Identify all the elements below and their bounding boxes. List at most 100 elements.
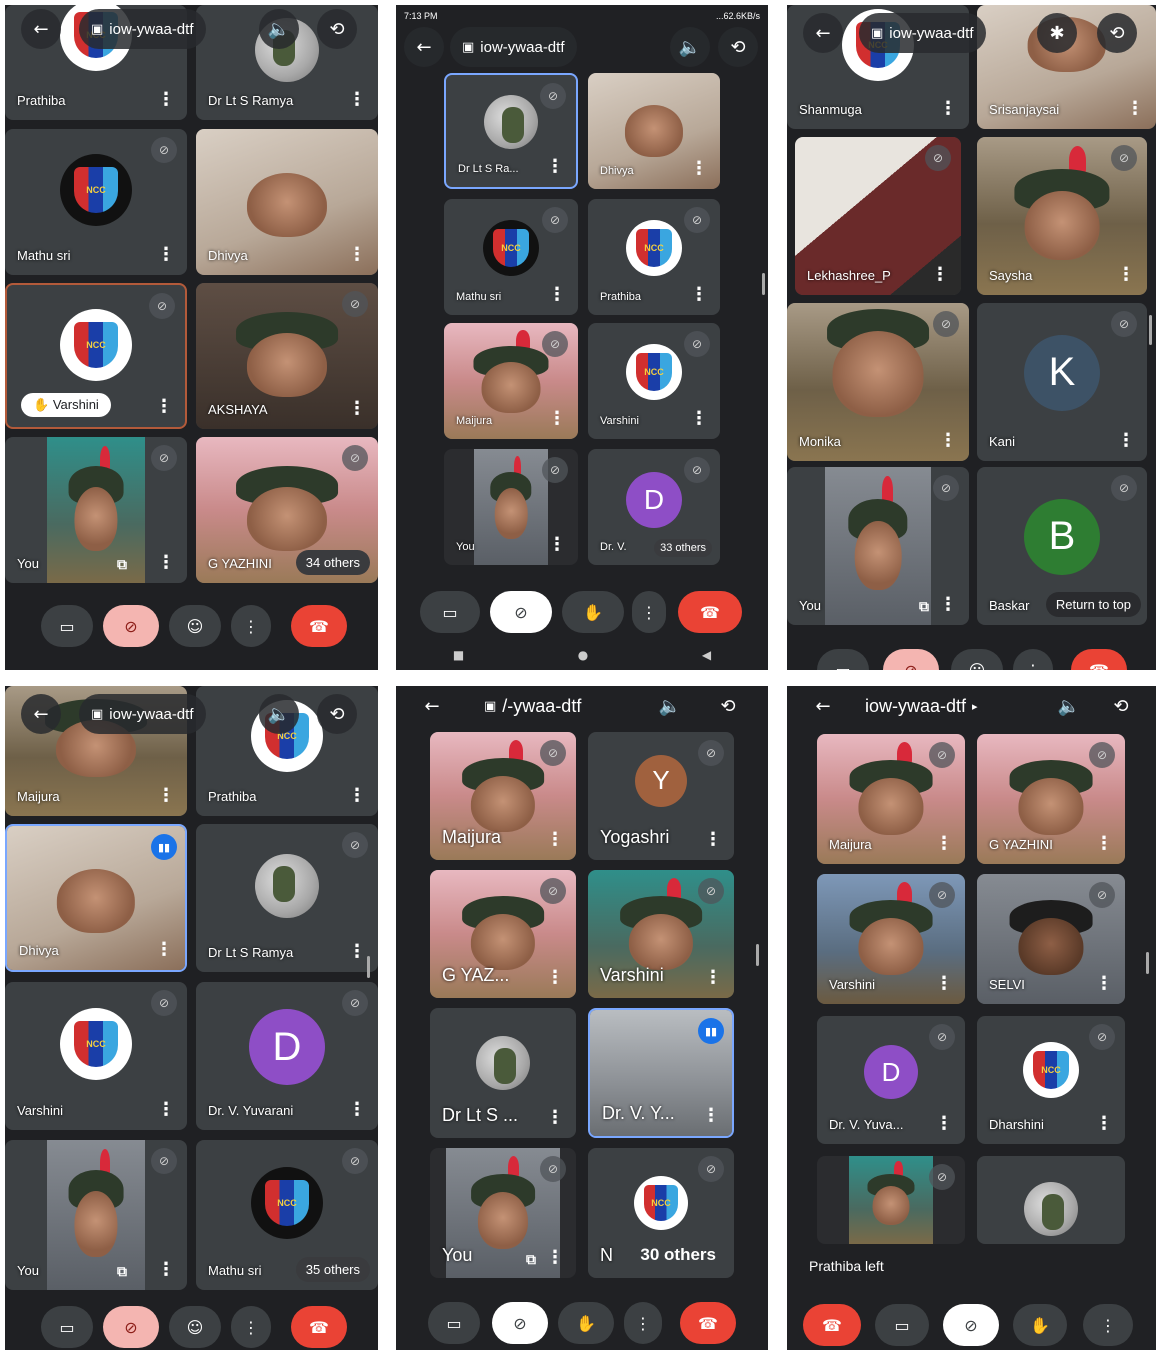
participant-tile[interactable]: ⊘ D Dr. V. Yuvarani ⋮ [196, 982, 378, 1130]
self-view-tile[interactable]: ⊘ [817, 1156, 965, 1244]
more-options-icon[interactable]: ⋮ [702, 1105, 720, 1126]
participant-tile[interactable]: ⊘ NCC ✋ Varshini ⋮ [5, 283, 187, 429]
camera-icon[interactable]: ▭ [41, 1306, 93, 1348]
present-icon[interactable]: ⧉ [919, 599, 929, 615]
hang-up-icon[interactable]: ☎ [680, 1302, 736, 1344]
participant-tile[interactable]: ⊘ NCC Mathu sri 35 others [196, 1140, 378, 1290]
switch-camera-icon[interactable]: ⟲ [317, 9, 357, 49]
more-options-icon[interactable]: ⋮ [348, 89, 366, 110]
self-view-tile[interactable]: ⊘ You ⧉ ⋮ [787, 467, 969, 625]
meeting-code-pill[interactable]: ▣ iow-ywaa-dtf [79, 694, 206, 734]
others-count-badge[interactable]: 35 others [295, 1257, 370, 1282]
scrollbar[interactable] [367, 956, 370, 978]
camera-icon[interactable]: ▭ [817, 649, 869, 670]
mic-off-icon[interactable]: ⊘ [883, 649, 939, 670]
more-options-icon[interactable]: ⋮ [157, 785, 175, 806]
more-options-icon[interactable]: ⋮ [548, 284, 566, 305]
participant-tile[interactable]: Dr Lt S ... ⋮ [430, 1008, 576, 1138]
more-options-icon[interactable]: ⋮ [157, 244, 175, 265]
mic-off-icon[interactable]: ⊘ [492, 1302, 548, 1344]
participant-tile[interactable]: ⊘ Maijura ⋮ [444, 323, 578, 439]
more-options-icon[interactable]: ⋮ [939, 594, 957, 615]
more-options-icon[interactable]: ⋮ [155, 396, 173, 417]
mic-off-icon[interactable]: ⊘ [103, 605, 159, 647]
participant-tile[interactable]: ⊘ NCC Varshini ⋮ [5, 982, 187, 1130]
more-options-icon[interactable]: ⋮ [157, 89, 175, 110]
more-options-icon[interactable]: ⋮ [931, 264, 949, 285]
back-arrow-icon[interactable]: ← [404, 27, 444, 67]
mic-off-icon[interactable]: ⊘ [103, 1306, 159, 1348]
emoji-icon[interactable]: ☺ [169, 1306, 221, 1348]
present-icon[interactable]: ⧉ [117, 1264, 127, 1280]
more-options-icon[interactable]: ⋮ [546, 829, 564, 850]
hang-up-icon[interactable]: ☎ [803, 1304, 861, 1346]
raise-hand-icon[interactable]: ✋ [558, 1302, 614, 1344]
participant-tile[interactable]: ⊘ Maijura ⋮ [430, 732, 576, 860]
participant-tile[interactable]: ⊘ Maijura ⋮ [817, 734, 965, 864]
more-options-icon[interactable]: ⋮ [704, 829, 722, 850]
participant-tile[interactable]: ⊘ G YAZHINI 34 others [196, 437, 378, 583]
participant-tile[interactable]: ⊘ Lekhashree_P ⋮ [795, 137, 961, 295]
participant-tile[interactable]: ⊘ NCC Prathiba ⋮ [588, 199, 720, 315]
others-count-badge[interactable]: 34 others [295, 550, 370, 575]
more-options-icon[interactable]: ⋮ [1117, 264, 1135, 285]
more-options-icon[interactable]: ⋮ [155, 939, 173, 960]
more-options-icon[interactable]: ⋮ [624, 1302, 662, 1344]
back-arrow-icon[interactable]: ← [412, 686, 452, 726]
switch-camera-icon[interactable]: ⟲ [718, 27, 758, 67]
more-options-icon[interactable]: ⋮ [935, 1113, 953, 1134]
switch-camera-icon[interactable]: ⟲ [317, 694, 357, 734]
more-options-icon[interactable]: ⋮ [1126, 98, 1144, 119]
participant-tile[interactable]: Dhivya ⋮ [588, 73, 720, 189]
raise-hand-icon[interactable]: ✋ [562, 591, 624, 633]
more-options-icon[interactable]: ⋮ [348, 785, 366, 806]
participant-tile[interactable] [977, 1156, 1125, 1244]
participant-tile[interactable]: ⊘ Dr Lt S Ra... ⋮ [444, 73, 578, 189]
more-options-icon[interactable]: ⋮ [1117, 430, 1135, 451]
bluetooth-icon[interactable]: ✱ [1037, 13, 1077, 53]
participant-tile[interactable]: ⊘ D Dr. V. Yuva... ⋮ [817, 1016, 965, 1144]
more-options-icon[interactable]: ⋮ [546, 967, 564, 988]
more-options-icon[interactable]: ⋮ [690, 284, 708, 305]
camera-icon[interactable]: ▭ [875, 1304, 929, 1346]
more-options-icon[interactable]: ⋮ [548, 534, 566, 555]
more-options-icon[interactable]: ⋮ [1083, 1304, 1133, 1346]
more-options-icon[interactable]: ⋮ [935, 973, 953, 994]
back-arrow-icon[interactable]: ← [21, 694, 61, 734]
self-view-tile[interactable]: ⊘ You ⧉ ⋮ [5, 437, 187, 583]
more-options-icon[interactable]: ⋮ [157, 1099, 175, 1120]
participant-tile[interactable]: ⊘ G YAZHINI ⋮ [977, 734, 1125, 864]
more-options-icon[interactable]: ⋮ [1013, 649, 1053, 670]
more-options-icon[interactable]: ⋮ [157, 1259, 175, 1280]
more-options-icon[interactable]: ⋮ [546, 1107, 564, 1128]
more-options-icon[interactable]: ⋮ [632, 591, 666, 633]
return-to-top-button[interactable]: Return to top [1045, 592, 1141, 617]
participant-tile[interactable]: ⊘ NCC Varshini ⋮ [588, 323, 720, 439]
more-options-icon[interactable]: ⋮ [157, 552, 175, 573]
more-options-icon[interactable]: ⋮ [546, 156, 564, 177]
more-options-icon[interactable]: ⋮ [348, 1099, 366, 1120]
mic-off-icon[interactable]: ⊘ [943, 1304, 999, 1346]
back-nav-icon[interactable]: ◀ [702, 648, 711, 662]
home-icon[interactable]: ● [578, 648, 588, 662]
more-options-icon[interactable]: ⋮ [548, 408, 566, 429]
speaker-icon[interactable]: 🔈 [259, 694, 299, 734]
mic-off-icon[interactable]: ⊘ [490, 591, 552, 633]
self-view-tile[interactable]: ⊘ You ⧉ ⋮ [430, 1148, 576, 1278]
recents-icon[interactable]: ■ [453, 648, 464, 662]
back-arrow-icon[interactable]: ← [803, 13, 843, 53]
participant-tile[interactable]: ▮▮ Dhivya ⋮ [5, 824, 187, 972]
scrollbar[interactable] [1146, 952, 1149, 974]
participant-tile[interactable]: ▮▮ Dr. V. Y... ⋮ [588, 1008, 734, 1138]
participant-tile[interactable]: ⊘ Y Yogashri ⋮ [588, 732, 734, 860]
participant-tile[interactable]: ⊘ NCC Dharshini ⋮ [977, 1016, 1125, 1144]
meeting-code-pill[interactable]: ▣ /-ywaa-dtf [472, 686, 593, 726]
switch-camera-icon[interactable]: ⟲ [1101, 686, 1141, 726]
speaker-icon[interactable]: 🔈 [1049, 686, 1089, 726]
self-view-tile[interactable]: ⊘ You ⧉ ⋮ [5, 1140, 187, 1290]
emoji-icon[interactable]: ☺ [951, 649, 1003, 670]
participant-tile[interactable]: ⊘ Varshini ⋮ [817, 874, 965, 1004]
scrollbar[interactable] [756, 944, 759, 966]
camera-icon[interactable]: ▭ [428, 1302, 480, 1344]
more-options-icon[interactable]: ⋮ [935, 833, 953, 854]
